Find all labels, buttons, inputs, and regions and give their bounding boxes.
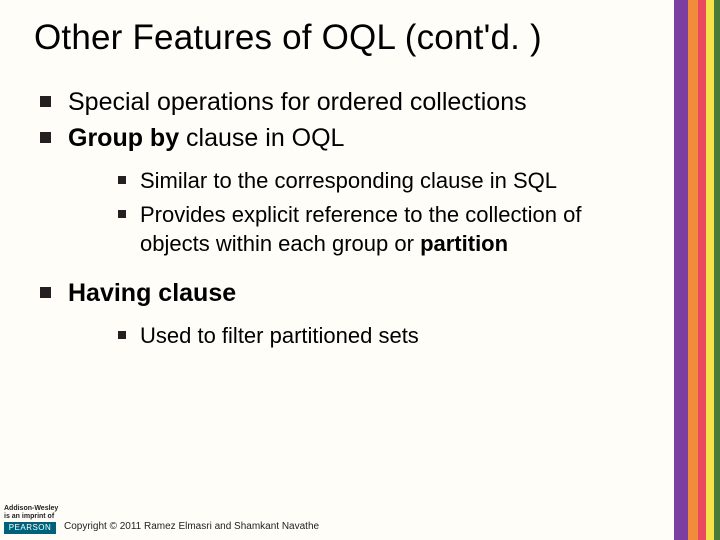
stripe-purple [674,0,688,540]
bullet-1: Special operations for ordered collectio… [40,86,644,118]
pearson-logo: PEARSON [4,522,56,534]
bullet-list: Special operations for ordered collectio… [0,86,674,351]
footer: Addison-Wesleyis an imprint of PEARSON C… [0,510,720,540]
slide-title: Other Features of OQL (cont'd. ) [0,0,674,58]
stripe-green [714,0,720,540]
sub-list-2: Used to filter partitioned sets [68,321,644,351]
stripe-yellow [706,0,714,540]
bullet-2: Group by clause in OQL Similar to the co… [40,122,644,259]
sub-list-1: Similar to the corresponding clause in S… [68,166,644,259]
bullet-2b: Provides explicit reference to the colle… [118,200,644,259]
addison-wesley-label: Addison-Wesleyis an imprint of [4,505,58,520]
bullet-3-bold: Having clause [68,279,236,307]
bullet-2-rest: clause in OQL [179,124,344,152]
bullet-2-bold: Group by [68,124,179,152]
stripe-orange [688,0,698,540]
bullet-2a: Similar to the corresponding clause in S… [118,166,644,196]
slide-body: Other Features of OQL (cont'd. ) Special… [0,0,674,540]
copyright-text: Copyright © 2011 Ramez Elmasri and Shamk… [64,521,319,532]
bullet-2b-pre: Provides explicit reference to the colle… [140,202,581,257]
stripe-red [698,0,706,540]
bullet-2b-bold: partition [420,231,508,256]
bullet-3: Having clause Used to filter partitioned… [40,277,644,351]
bullet-3a: Used to filter partitioned sets [118,321,644,351]
